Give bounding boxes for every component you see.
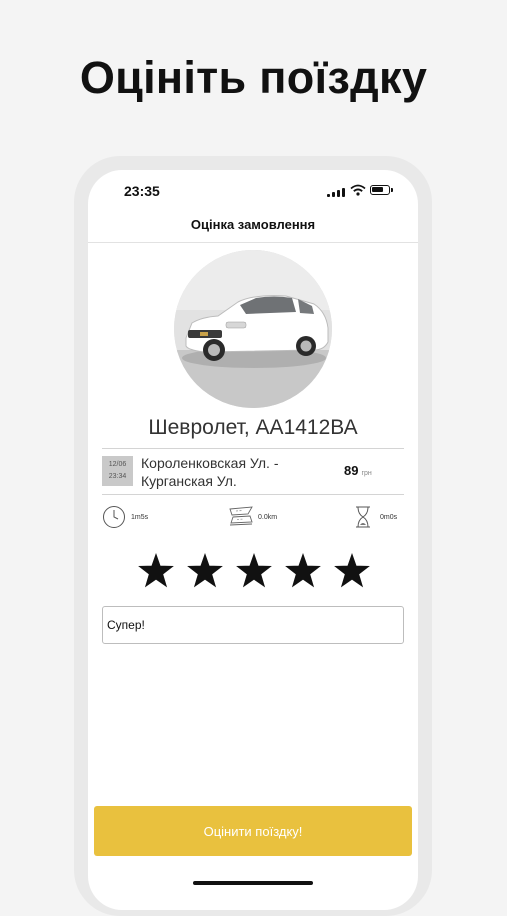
star-icon[interactable] <box>334 553 370 589</box>
status-time: 23:35 <box>124 183 160 199</box>
calendar-icon: 12/06 23:34 <box>102 456 133 486</box>
trip-date: 12/06 <box>108 461 127 468</box>
nav-divider <box>88 242 418 243</box>
car-photo <box>174 250 332 408</box>
battery-icon <box>370 185 393 195</box>
road-icon <box>229 506 253 526</box>
route-from: Короленковская Ул. - <box>141 455 279 471</box>
star-icon[interactable] <box>187 553 223 589</box>
comment-input[interactable]: Супер! <box>102 606 404 644</box>
promo-headline: Оцініть поїздку <box>79 52 428 103</box>
clock-icon <box>103 506 125 528</box>
signal-icon <box>327 187 345 197</box>
stat-distance: 0.0km <box>258 514 278 521</box>
route-to: Курганская Ул. <box>141 473 237 489</box>
hourglass-icon <box>356 506 370 528</box>
trip-route: Короленковская Ул. - Курганская Ул. <box>141 454 279 490</box>
status-bar: 23:35 <box>88 170 418 210</box>
price-value: 89 <box>344 463 359 478</box>
page-title: Оцінка замовлення <box>190 217 316 232</box>
star-icon[interactable] <box>236 553 272 589</box>
stat-waiting: 0m0s <box>380 514 398 521</box>
wifi-icon <box>350 184 366 196</box>
star-icon[interactable] <box>138 553 174 589</box>
price-currency: грн <box>361 470 372 477</box>
divider <box>102 448 404 449</box>
app-screen: 23:35 Оцінка замовлення Шевролет, АА1412… <box>88 170 418 910</box>
rate-trip-button[interactable]: Оцінити поїздку! <box>94 806 412 856</box>
divider <box>102 494 404 495</box>
stat-duration: 1m5s <box>131 514 149 521</box>
home-indicator <box>193 881 313 885</box>
vehicle-title: Шевролет, АА1412ВА <box>148 416 358 439</box>
rating-stars[interactable] <box>138 553 370 591</box>
trip-time: 23:34 <box>108 473 127 480</box>
trip-price: 89 грн <box>344 463 372 478</box>
star-icon[interactable] <box>285 553 321 589</box>
car-image <box>174 250 332 408</box>
